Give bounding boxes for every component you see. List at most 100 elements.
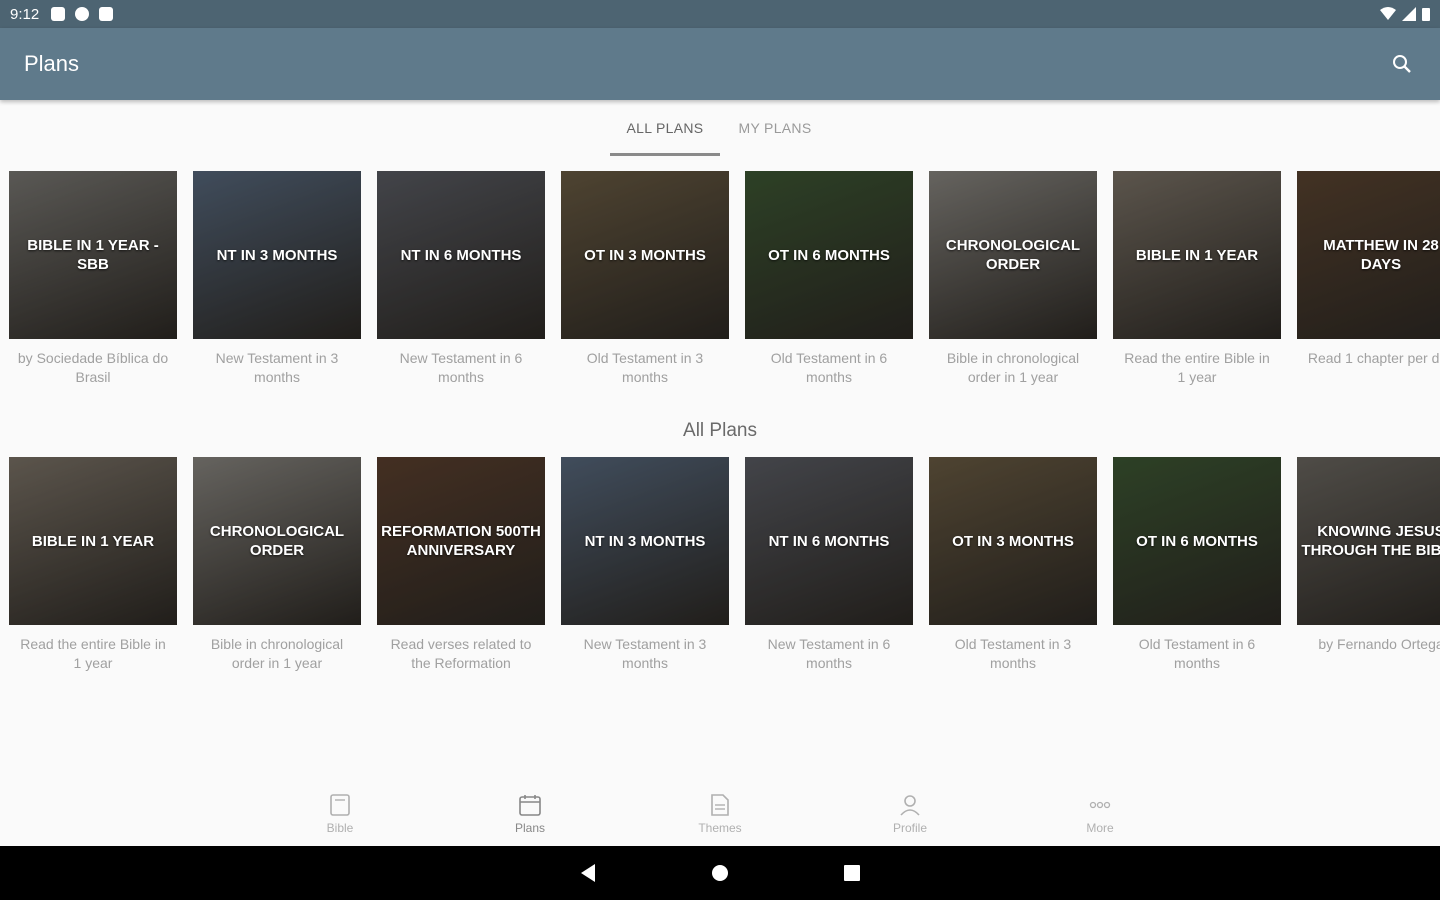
plan-card[interactable]: MATTHEW IN 28 DAYS Read 1 chapter per day bbox=[1297, 171, 1440, 387]
plan-description: New Testament in 3 months bbox=[583, 636, 707, 671]
plan-thumbnail: BIBLE IN 1 YEAR bbox=[1113, 171, 1281, 339]
plan-card[interactable]: KNOWING JESUS THROUGH THE BIBLE by Fernan… bbox=[1297, 457, 1440, 673]
nav-more[interactable]: More bbox=[1005, 782, 1195, 846]
plan-title: CHRONOLOGICAL ORDER bbox=[945, 237, 1081, 273]
nav-label: Bible bbox=[326, 821, 354, 835]
plan-thumbnail: NT IN 6 MONTHS bbox=[377, 171, 545, 339]
plan-description: New Testament in 6 months bbox=[399, 350, 523, 385]
document-icon bbox=[708, 793, 732, 817]
person-icon bbox=[898, 793, 922, 817]
plan-tabs: ALL PLANS MY PLANS bbox=[0, 100, 1440, 156]
plan-thumbnail: KNOWING JESUS THROUGH THE BIBLE bbox=[1297, 457, 1440, 625]
calendar-icon bbox=[518, 793, 542, 817]
all-plans-row: BIBLE IN 1 YEAR Read the entire Bible in … bbox=[9, 457, 1440, 673]
plan-description: by Fernando Ortega bbox=[1318, 636, 1440, 652]
nav-label: Themes bbox=[698, 821, 742, 835]
plan-description: New Testament in 3 months bbox=[215, 350, 339, 385]
tab-all-plans[interactable]: ALL PLANS bbox=[610, 100, 720, 156]
plan-description: Old Testament in 6 months bbox=[1138, 636, 1256, 671]
page-title: Plans bbox=[24, 51, 80, 76]
plan-card[interactable]: BIBLE IN 1 YEAR Read the entire Bible in … bbox=[1113, 171, 1281, 387]
plan-thumbnail: NT IN 3 MONTHS bbox=[193, 171, 361, 339]
plan-thumbnail: OT IN 3 MONTHS bbox=[561, 171, 729, 339]
status-bar: 9:12 bbox=[0, 0, 1440, 28]
search-icon[interactable] bbox=[1388, 50, 1416, 78]
plan-title: BIBLE IN 1 YEAR - SBB bbox=[27, 237, 159, 273]
plan-description: Read 1 chapter per day bbox=[1307, 350, 1440, 366]
nav-themes[interactable]: Themes bbox=[625, 782, 815, 846]
tab-my-plans[interactable]: MY PLANS bbox=[720, 100, 830, 156]
plan-thumbnail: CHRONOLOGICAL ORDER bbox=[929, 171, 1097, 339]
plan-description: Read the entire Bible in 1 year bbox=[20, 636, 166, 671]
plan-card[interactable]: OT IN 3 MONTHS Old Testament in 3 months bbox=[929, 457, 1097, 673]
notification-icon bbox=[51, 7, 66, 21]
plan-description: Bible in chronological order in 1 year bbox=[946, 350, 1080, 385]
battery-icon bbox=[1422, 8, 1430, 21]
more-icon bbox=[1088, 793, 1112, 817]
plan-description: Old Testament in 6 months bbox=[770, 350, 888, 385]
plan-thumbnail: CHRONOLOGICAL ORDER bbox=[193, 457, 361, 625]
plan-card[interactable]: NT IN 3 MONTHS New Testament in 3 months bbox=[193, 171, 361, 387]
bottom-navigation: Bible Plans Themes Profile More bbox=[0, 782, 1440, 846]
plan-description: New Testament in 6 months bbox=[767, 636, 891, 671]
status-time: 9:12 bbox=[10, 5, 40, 23]
plan-card[interactable]: CHRONOLOGICAL ORDER Bible in chronologica… bbox=[929, 171, 1097, 387]
plan-description: Bible in chronological order in 1 year bbox=[210, 636, 344, 671]
plan-title: NT IN 6 MONTHS bbox=[400, 246, 522, 264]
nav-profile[interactable]: Profile bbox=[815, 782, 1005, 846]
plan-thumbnail: OT IN 6 MONTHS bbox=[745, 171, 913, 339]
plan-card[interactable]: NT IN 6 MONTHS New Testament in 6 months bbox=[745, 457, 913, 673]
nav-bible[interactable]: Bible bbox=[245, 782, 435, 846]
plan-card[interactable]: OT IN 6 MONTHS Old Testament in 6 months bbox=[745, 171, 913, 387]
plan-thumbnail: BIBLE IN 1 YEAR bbox=[9, 457, 177, 625]
plan-title: NT IN 3 MONTHS bbox=[584, 532, 706, 550]
plan-card[interactable]: NT IN 3 MONTHS New Testament in 3 months bbox=[561, 457, 729, 673]
plan-description: Old Testament in 3 months bbox=[954, 636, 1072, 671]
sd-card-icon bbox=[99, 7, 114, 21]
plan-thumbnail: MATTHEW IN 28 DAYS bbox=[1297, 171, 1440, 339]
plan-title: CHRONOLOGICAL ORDER bbox=[209, 523, 345, 559]
plan-card[interactable]: CHRONOLOGICAL ORDER Bible in chronologica… bbox=[193, 457, 361, 673]
plan-title: NT IN 6 MONTHS bbox=[768, 532, 890, 550]
plan-card[interactable]: BIBLE IN 1 YEAR Read the entire Bible in … bbox=[9, 457, 177, 673]
nav-label: More bbox=[1086, 821, 1114, 835]
plan-title: REFORMATION 500TH ANNIVERSARY bbox=[381, 523, 541, 559]
app-notification-icon bbox=[75, 7, 90, 21]
signal-icon bbox=[1402, 7, 1416, 21]
recents-icon[interactable] bbox=[841, 862, 863, 884]
plan-description: Old Testament in 3 months bbox=[586, 350, 704, 385]
plan-title: KNOWING JESUS THROUGH THE BIBLE bbox=[1301, 523, 1440, 559]
plan-title: MATTHEW IN 28 DAYS bbox=[1323, 237, 1439, 273]
plan-card[interactable]: OT IN 6 MONTHS Old Testament in 6 months bbox=[1113, 457, 1281, 673]
plan-description: by Sociedade Bíblica do Brasil bbox=[17, 350, 169, 385]
plan-title: BIBLE IN 1 YEAR bbox=[1135, 246, 1259, 264]
plan-title: OT IN 3 MONTHS bbox=[952, 532, 1074, 550]
plan-thumbnail: NT IN 3 MONTHS bbox=[561, 457, 729, 625]
plan-thumbnail: OT IN 3 MONTHS bbox=[929, 457, 1097, 625]
plan-description: Read the entire Bible in 1 year bbox=[1124, 350, 1270, 385]
section-title: All Plans bbox=[683, 420, 757, 441]
plan-title: OT IN 6 MONTHS bbox=[768, 246, 890, 264]
plan-card[interactable]: NT IN 6 MONTHS New Testament in 6 months bbox=[377, 171, 545, 387]
home-icon[interactable] bbox=[709, 862, 731, 884]
plan-thumbnail: BIBLE IN 1 YEAR - SBB bbox=[9, 171, 177, 339]
featured-plans-row: BIBLE IN 1 YEAR - SBB by Sociedade Bíblic… bbox=[9, 171, 1440, 387]
plan-title: NT IN 3 MONTHS bbox=[216, 246, 338, 264]
book-icon bbox=[328, 793, 352, 817]
back-icon[interactable] bbox=[577, 862, 599, 884]
plan-card[interactable]: OT IN 3 MONTHS Old Testament in 3 months bbox=[561, 171, 729, 387]
plan-title: OT IN 6 MONTHS bbox=[1136, 532, 1258, 550]
plan-title: OT IN 3 MONTHS bbox=[584, 246, 706, 264]
wifi-icon bbox=[1380, 7, 1396, 20]
plan-description: Read verses related to the Reformation bbox=[390, 636, 532, 671]
nav-label: Profile bbox=[892, 821, 927, 835]
nav-plans[interactable]: Plans bbox=[435, 782, 625, 846]
system-navigation-bar bbox=[0, 846, 1440, 900]
nav-label: Plans bbox=[514, 821, 546, 835]
plan-card[interactable]: BIBLE IN 1 YEAR - SBB by Sociedade Bíblic… bbox=[9, 171, 177, 387]
plan-thumbnail: OT IN 6 MONTHS bbox=[1113, 457, 1281, 625]
plan-thumbnail: REFORMATION 500TH ANNIVERSARY bbox=[377, 457, 545, 625]
plan-card[interactable]: REFORMATION 500TH ANNIVERSARY Read verses… bbox=[377, 457, 545, 673]
app-bar: Plans bbox=[0, 28, 1440, 100]
plan-title: BIBLE IN 1 YEAR bbox=[31, 532, 155, 550]
